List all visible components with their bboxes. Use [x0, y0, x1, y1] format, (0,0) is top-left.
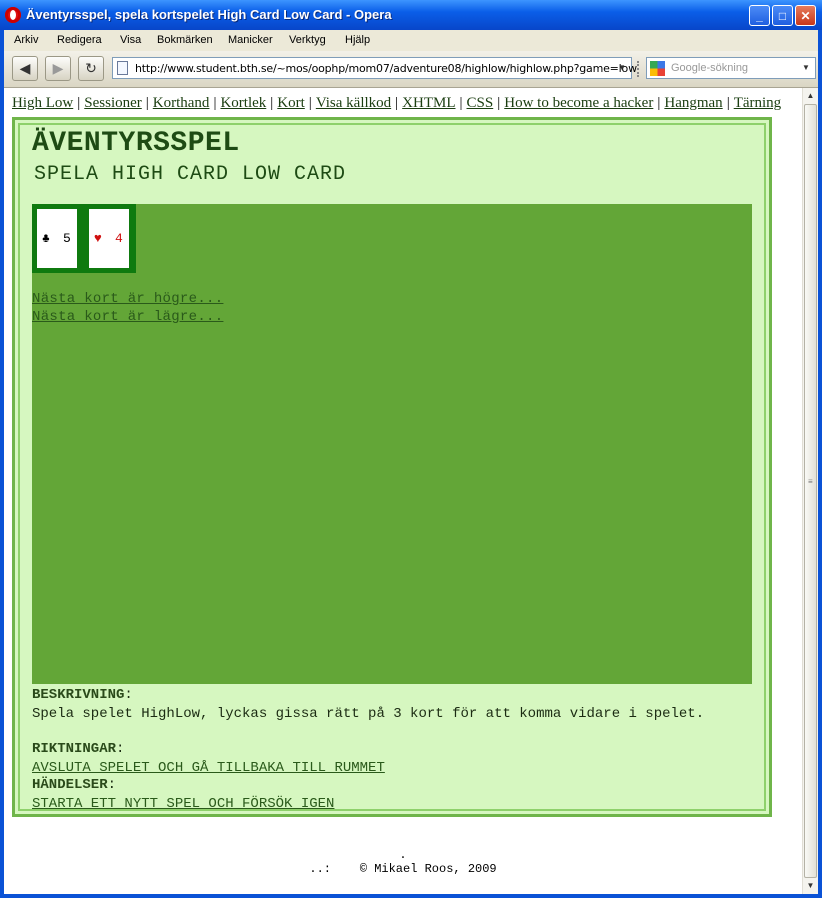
heart-suit-icon: ♥	[94, 231, 102, 246]
footer: . ..: © Mikael Roos, 2009	[4, 848, 802, 876]
scroll-up-icon[interactable]: ▲	[803, 88, 818, 103]
copyright: © Mikael Roos, 2009	[359, 862, 497, 876]
page-title: ÄVENTYRSSPEL	[32, 128, 240, 159]
game-panel: ÄVENTYRSSPEL SPELA HIGH CARD LOW CARD ♣ …	[12, 117, 772, 817]
nav-separator: |	[726, 95, 730, 111]
directions-section: RIKTNINGAR:	[32, 741, 754, 757]
back-button[interactable]: ◀	[12, 56, 38, 81]
nav-separator: |	[395, 95, 399, 111]
nav-link-high-low[interactable]: High Low	[12, 95, 73, 111]
page-icon	[117, 61, 128, 75]
nav-link-korthand[interactable]: Korthand	[153, 95, 210, 111]
card-rank: 5	[63, 231, 71, 246]
menu-bokmarken[interactable]: Bokmärken	[157, 34, 213, 46]
search-placeholder: Google-sökning	[671, 62, 749, 74]
nav-link-kortlek[interactable]: Kortlek	[220, 95, 266, 111]
exit-game-link[interactable]: AVSLUTA SPELET OCH GÅ TILLBAKA TILL RUMM…	[32, 760, 385, 776]
grip-icon: ≡	[808, 477, 813, 486]
new-game-link[interactable]: STARTA ETT NYTT SPEL OCH FÖRSÖK IGEN	[32, 796, 334, 812]
description-label: BESKRIVNING	[32, 687, 125, 703]
scrollbar-thumb[interactable]: ≡	[804, 104, 817, 878]
window-title: Äventyrsspel, spela kortspelet High Card…	[26, 7, 392, 22]
nav-link-hacker[interactable]: How to become a hacker	[504, 95, 653, 111]
nav-separator: |	[213, 95, 217, 111]
menu-manicker[interactable]: Manicker	[228, 34, 273, 46]
toolbar-grip[interactable]	[637, 61, 642, 77]
title-bar: Äventyrsspel, spela kortspelet High Card…	[0, 0, 822, 30]
toolbar: ◀ ▶ ↻ http://www.student.bth.se/~mos/oop…	[4, 51, 818, 88]
events-section: HÄNDELSER:	[32, 777, 754, 793]
nav-separator: |	[459, 95, 463, 111]
opera-logo-icon	[5, 7, 21, 23]
nav-link-sessioner[interactable]: Sessioner	[84, 95, 142, 111]
footer-line: ..: © Mikael Roos, 2009	[4, 862, 802, 876]
maximize-button[interactable]: □	[772, 5, 793, 26]
label-colon: :	[124, 687, 133, 703]
menu-visa[interactable]: Visa	[120, 34, 141, 46]
google-icon	[650, 61, 665, 76]
description-text: Spela spelet HighLow, lyckas gissa rätt …	[32, 706, 705, 722]
footer-dot: .	[399, 848, 407, 862]
scroll-down-icon[interactable]: ▼	[803, 878, 818, 893]
chevron-down-icon[interactable]: ▼	[799, 60, 813, 76]
events-link-row: STARTA ETT NYTT SPEL OCH FÖRSÖK IGEN	[32, 796, 754, 812]
nav-link-kort[interactable]: Kort	[277, 95, 305, 111]
menu-bar: Arkiv Redigera Visa Bokmärken Manicker V…	[4, 30, 818, 51]
nav-separator: |	[497, 95, 501, 111]
nav-separator: |	[145, 95, 149, 111]
club-suit-icon: ♣	[42, 231, 50, 246]
nav-link-visa-kallkod[interactable]: Visa källkod	[316, 95, 391, 111]
reload-icon: ↻	[85, 60, 97, 76]
menu-arkiv[interactable]: Arkiv	[14, 34, 38, 46]
nav-separator: |	[270, 95, 274, 111]
forward-button[interactable]: ▶	[45, 56, 71, 81]
arrow-left-icon: ◀	[19, 60, 31, 76]
nav-link-hangman[interactable]: Hangman	[664, 95, 722, 111]
reload-button[interactable]: ↻	[78, 56, 104, 81]
label-colon: :	[107, 777, 117, 793]
playing-card: ♥ 4	[89, 209, 129, 268]
nav-link-tarning[interactable]: Tärning	[734, 95, 781, 111]
arrow-right-icon: ▶	[52, 60, 64, 76]
page-content: High Low | Sessioner | Korthand | Kortlek | Kort…	[4, 88, 802, 894]
top-nav: High Low | Sessioner | Korthand | Kortlek | Kort…	[12, 95, 802, 112]
card-table: ♣ 5 ♥ 4 Nästa kort är högre... Nästa kor…	[32, 204, 752, 684]
label-colon: :	[116, 741, 125, 757]
page-subtitle: SPELA HIGH CARD LOW CARD	[34, 163, 347, 186]
description-section: BESKRIVNING:	[32, 687, 754, 703]
menu-verktyg[interactable]: Verktyg	[289, 34, 326, 46]
nav-separator: |	[308, 95, 312, 111]
nav-separator: |	[77, 95, 81, 111]
address-bar[interactable]: http://www.student.bth.se/~mos/oophp/mom…	[112, 57, 637, 79]
playing-card: ♣ 5	[37, 209, 77, 268]
search-input[interactable]: Google-sökning ▼	[646, 57, 816, 79]
nav-link-xhtml[interactable]: XHTML	[402, 95, 455, 111]
nav-link-css[interactable]: CSS	[467, 95, 494, 111]
footer-dots: ..:	[309, 862, 331, 876]
card-hand: ♣ 5 ♥ 4	[32, 204, 136, 273]
guess-lower-link[interactable]: Nästa kort är lägre...	[32, 309, 223, 325]
minimize-button[interactable]: _	[749, 5, 770, 26]
address-url: http://www.student.bth.se/~mos/oophp/mom…	[135, 62, 637, 75]
nav-separator: |	[657, 95, 661, 111]
directions-label: RIKTNINGAR	[32, 741, 117, 757]
events-label: HÄNDELSER	[32, 777, 108, 793]
menu-redigera[interactable]: Redigera	[57, 34, 102, 46]
vertical-scrollbar[interactable]: ▲ ≡ ▼	[802, 88, 818, 894]
browser-window: Äventyrsspel, spela kortspelet High Card…	[0, 0, 822, 898]
directions-link-row: AVSLUTA SPELET OCH GÅ TILLBAKA TILL RUMM…	[32, 760, 754, 776]
close-button[interactable]: ✕	[795, 5, 816, 26]
menu-hjalp[interactable]: Hjälp	[345, 34, 370, 46]
chevron-down-icon[interactable]: ▼	[615, 60, 629, 76]
guess-higher-link[interactable]: Nästa kort är högre...	[32, 291, 223, 307]
card-rank: 4	[115, 231, 123, 246]
